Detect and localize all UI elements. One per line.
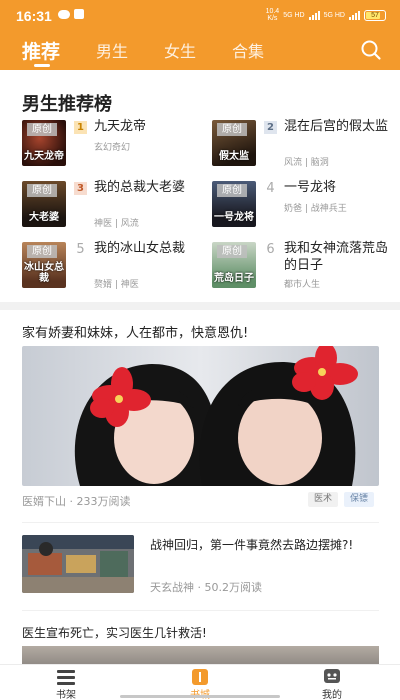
status-right: 10.4 K/s 5G HD 5G HD 57 bbox=[266, 8, 386, 22]
ranking-book-3[interactable]: 原创 大老婆 3 我的总裁大老婆 神医 | 风流 bbox=[22, 180, 202, 233]
battery-icon: 57 bbox=[364, 9, 386, 21]
feed-item-1-reads: 233万阅读 bbox=[76, 495, 131, 508]
book-cover: 原创 一号龙将 bbox=[212, 181, 256, 227]
nav-profile[interactable]: 我的 bbox=[302, 667, 362, 700]
book-genre: 赘婿 | 神医 bbox=[94, 280, 139, 290]
ranking-book-5[interactable]: 原创 冰山女总裁 5 我的冰山女总裁 赘婿 | 神医 bbox=[22, 241, 202, 294]
book-title: 混在后宫的假太监 bbox=[284, 119, 389, 134]
home-indicator[interactable] bbox=[120, 695, 280, 698]
search-button[interactable] bbox=[360, 39, 382, 61]
cover-tag: 原创 bbox=[217, 184, 247, 197]
message-icon bbox=[58, 10, 70, 19]
cover-tag: 原创 bbox=[27, 245, 57, 258]
ranking-title: 男生推荐榜 bbox=[22, 94, 112, 115]
ranking-book-1[interactable]: 原创 九天龙帝 1 九天龙帝 玄幻奇幻 bbox=[22, 119, 202, 172]
feed-item-2-image bbox=[22, 535, 134, 593]
feed-item-1-meta: 医婿下山 · 233万阅读 bbox=[22, 495, 131, 508]
tab-female[interactable]: 女生 bbox=[164, 38, 196, 62]
cover-tag: 原创 bbox=[27, 184, 57, 197]
ranking-book-6[interactable]: 原创 荒岛日子 6 我和女神流落荒岛的日子 都市人生 bbox=[212, 241, 392, 294]
battery-level: 57 bbox=[371, 11, 379, 19]
feed-item-3-image[interactable] bbox=[22, 646, 379, 666]
rank-number: 6 bbox=[266, 242, 275, 257]
book-genre: 神医 | 风流 bbox=[94, 219, 139, 229]
rank-number: 4 bbox=[266, 181, 275, 196]
feed-divider bbox=[22, 610, 379, 611]
network-speed: 10.4 K/s bbox=[266, 8, 280, 22]
signal-bars-icon-2 bbox=[349, 10, 360, 20]
book-title: 一号龙将 bbox=[284, 180, 337, 195]
book-cover: 原创 九天龙帝 bbox=[22, 120, 66, 166]
two-girls-photo bbox=[22, 346, 379, 486]
cover-tag: 原创 bbox=[27, 123, 57, 136]
book-genre: 都市人生 bbox=[284, 280, 321, 290]
cover-title: 冰山女总裁 bbox=[24, 262, 64, 284]
tab-collection[interactable]: 合集 bbox=[232, 38, 264, 62]
tab-recommend[interactable]: 推荐 bbox=[22, 37, 60, 67]
street-stall-photo bbox=[22, 535, 134, 593]
cover-title: 大老婆 bbox=[29, 212, 59, 223]
feed-tag: 保镖 bbox=[344, 492, 375, 507]
bookshelf-icon bbox=[57, 670, 75, 685]
book-title: 九天龙帝 bbox=[94, 119, 147, 134]
feed-item-1-image[interactable] bbox=[22, 346, 379, 486]
nav-bookshelf-label: 书架 bbox=[56, 690, 76, 700]
signal-label-1: 5G HD bbox=[283, 11, 305, 19]
bookstore-icon bbox=[192, 669, 208, 685]
app-root: 16:31 10.4 K/s 5G HD 5G HD 57 推荐 男生 女生 合… bbox=[0, 0, 400, 700]
feed-item-3-title[interactable]: 医生宣布死亡，实习医生几针救活! bbox=[22, 624, 207, 641]
rank-number: 1 bbox=[74, 121, 87, 134]
network-speed-value: 10.4 bbox=[265, 8, 280, 15]
cover-title: 一号龙将 bbox=[214, 212, 254, 223]
book-title: 我的冰山女总裁 bbox=[94, 241, 186, 256]
network-speed-unit: K/s bbox=[267, 15, 278, 22]
feed-item-2-meta: 天玄战神 · 50.2万阅读 bbox=[150, 581, 263, 594]
nav-bookshelf[interactable]: 书架 bbox=[36, 667, 96, 700]
rank-number: 5 bbox=[76, 242, 85, 257]
cover-title: 假太监 bbox=[219, 151, 249, 162]
book-cover: 原创 冰山女总裁 bbox=[22, 242, 66, 288]
feed-divider bbox=[22, 522, 379, 523]
book-cover: 原创 荒岛日子 bbox=[212, 242, 256, 288]
notification-icon bbox=[74, 9, 84, 19]
book-cover: 原创 大老婆 bbox=[22, 181, 66, 227]
rank-number: 2 bbox=[264, 121, 277, 134]
cover-tag: 原创 bbox=[217, 245, 247, 258]
book-cover: 原创 假太监 bbox=[212, 120, 256, 166]
feed-item-2[interactable]: 战神回归，第一件事竟然去路边摆摊?! 天玄战神 · 50.2万阅读 bbox=[22, 535, 382, 595]
feed-item-2-reads: 50.2万阅读 bbox=[204, 581, 263, 594]
cover-title: 荒岛日子 bbox=[214, 273, 254, 284]
feed-item-2-title: 战神回归，第一件事竟然去路边摆摊?! bbox=[150, 538, 354, 552]
profile-icon bbox=[324, 669, 340, 683]
feed-item-1-source: 医婿下山 bbox=[22, 495, 66, 508]
ranking-book-4[interactable]: 原创 一号龙将 4 一号龙将 奶爸 | 战神兵王 bbox=[212, 180, 392, 233]
book-title: 我和女神流落荒岛的日子 bbox=[284, 241, 389, 273]
book-genre: 奶爸 | 战神兵王 bbox=[284, 204, 347, 214]
status-time: 16:31 bbox=[16, 8, 52, 24]
signal-bars-icon bbox=[308, 10, 320, 20]
status-bar: 16:31 10.4 K/s 5G HD 5G HD 57 bbox=[0, 0, 400, 30]
male-ranking-section: 男生推荐榜 原创 九天龙帝 1 九天龙帝 玄幻奇幻 原创 假太监 2 混在后宫的… bbox=[0, 70, 400, 302]
section-divider bbox=[0, 302, 400, 310]
category-tabs: 推荐 男生 女生 合集 bbox=[22, 37, 300, 67]
tab-male[interactable]: 男生 bbox=[96, 38, 128, 62]
rank-number: 3 bbox=[74, 182, 87, 195]
book-title: 我的总裁大老婆 bbox=[94, 180, 186, 195]
nav-profile-label: 我的 bbox=[322, 690, 342, 700]
signal-label-2: 5G HD bbox=[323, 11, 345, 19]
top-header: 16:31 10.4 K/s 5G HD 5G HD 57 推荐 男生 女生 合… bbox=[0, 0, 400, 70]
search-icon bbox=[361, 40, 381, 60]
book-genre: 玄幻奇幻 bbox=[94, 143, 131, 153]
feed-tag: 医术 bbox=[308, 492, 339, 507]
cover-tag: 原创 bbox=[217, 123, 247, 136]
cover-title: 九天龙帝 bbox=[24, 151, 64, 162]
ranking-book-2[interactable]: 原创 假太监 2 混在后宫的假太监 风流 | 脑洞 bbox=[212, 119, 392, 172]
feed-item-2-source: 天玄战神 bbox=[150, 581, 194, 594]
book-genre: 风流 | 脑洞 bbox=[284, 158, 329, 168]
feed-item-1-title[interactable]: 家有娇妻和妹妹，人在都市，快意恩仇! bbox=[22, 322, 248, 341]
